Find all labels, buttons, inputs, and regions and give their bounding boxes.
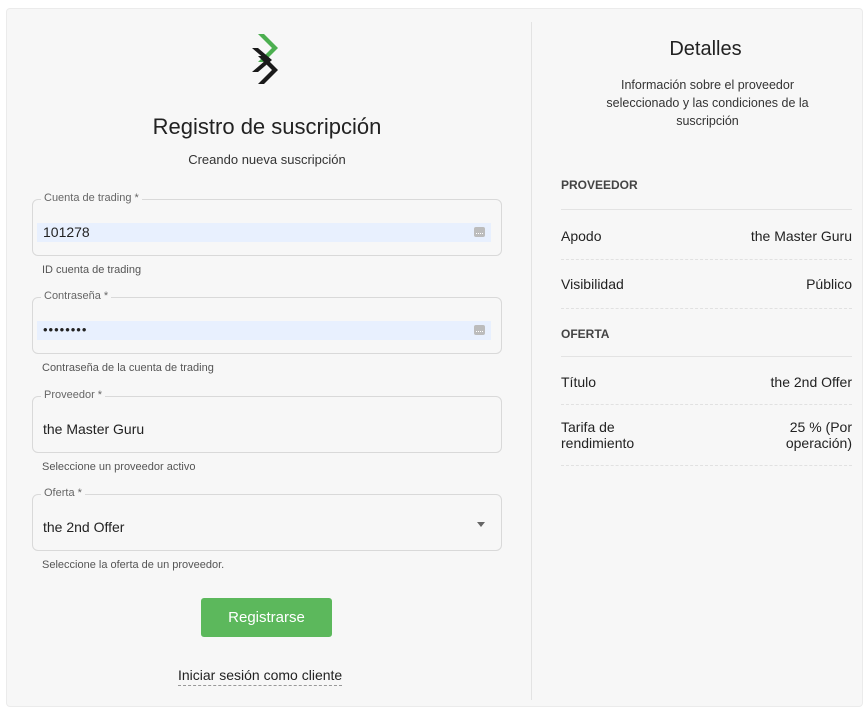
password-field[interactable]: Contraseña * •••••••• [32,290,502,354]
brand-logo [252,34,278,84]
trading-account-help: ID cuenta de trading [42,264,142,276]
provider-field[interactable]: Proveedor * the Master Guru [32,389,502,453]
performance-fee-value-line2: operación) [785,435,852,451]
trading-account-input[interactable]: 101278 [43,224,90,240]
divider [561,308,852,309]
offer-title-label: Título [561,374,597,390]
visibility-label: Visibilidad [561,276,624,292]
offer-title-value: the 2nd Offer [770,374,852,390]
password-manager-icon[interactable] [474,227,485,237]
autofill-highlight [37,321,491,340]
nickname-label: Apodo [561,228,602,244]
password-label: Contraseña * [41,290,112,302]
divider [561,259,852,260]
offer-label: Oferta * [41,487,85,499]
chevron-down-icon[interactable] [477,522,485,527]
divider [561,404,852,405]
panel-divider [531,22,532,700]
offer-select[interactable]: Oferta * the 2nd Offer [32,487,502,551]
performance-fee-label: Tarifa de rendimiento [561,419,634,451]
provider-input[interactable]: the Master Guru [43,421,144,437]
password-manager-icon[interactable] [474,325,485,335]
autofill-highlight [37,223,491,242]
page-subtitle: Creando nueva suscripción [188,152,346,167]
provider-help: Seleccione un proveedor activo [42,461,196,473]
divider [561,465,852,466]
performance-fee-value: 25 % (Por operación) [786,419,852,451]
page-title: Registro de suscripción [152,114,382,139]
divider [561,209,852,210]
performance-fee-label-line2: rendimiento [561,435,635,451]
trading-account-label: Cuenta de trading * [41,192,142,204]
offer-section-heading: OFERTA [561,327,610,341]
details-title: Detalles [669,38,742,60]
offer-help: Seleccione la oferta de un proveedor. [42,559,225,571]
client-login-link[interactable]: Iniciar sesión como cliente [178,667,343,686]
password-help: Contraseña de la cuenta de trading [42,362,214,374]
offer-selected-value[interactable]: the 2nd Offer [43,519,124,535]
visibility-value: Público [806,276,852,292]
provider-label: Proveedor * [41,389,106,401]
performance-fee-value-line1: 25 % (Por [789,419,852,435]
provider-section-heading: PROVEEDOR [561,178,638,192]
trading-account-field[interactable]: Cuenta de trading * 101278 [32,192,502,256]
divider [561,356,852,357]
nickname-value: the Master Guru [750,228,852,244]
password-input[interactable]: •••••••• [43,322,87,337]
performance-fee-label-line1: Tarifa de [561,419,615,435]
register-button[interactable]: Registrarse [201,598,332,637]
details-description: Información sobre el proveedor seleccion… [606,78,809,128]
